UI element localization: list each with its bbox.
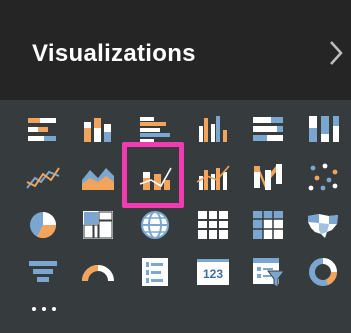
filled-map-icon[interactable] [305, 208, 341, 242]
card-number-text: 123 [203, 267, 223, 281]
matrix-icon[interactable] [250, 208, 286, 242]
stacked-bar-chart-icon[interactable] [25, 112, 61, 146]
chevron-right-icon[interactable] [326, 38, 346, 68]
funnel-icon[interactable] [25, 255, 61, 289]
line-chart-icon[interactable] [25, 160, 61, 194]
gauge-icon[interactable] [80, 255, 116, 289]
table-icon[interactable] [195, 208, 231, 242]
map-icon[interactable] [137, 208, 173, 242]
pane-title: Visualizations [32, 40, 196, 67]
visualizations-header: Visualizations [0, 0, 351, 100]
clustered-bar-chart-icon[interactable] [137, 112, 173, 146]
treemap-icon[interactable] [80, 208, 116, 242]
ribbon-chart-icon[interactable] [250, 160, 286, 194]
area-chart-icon[interactable] [80, 160, 116, 194]
pie-chart-icon[interactable] [25, 208, 61, 242]
stacked-column-chart-icon[interactable] [80, 112, 116, 146]
donut-chart-icon[interactable] [305, 255, 341, 289]
100-percent-stacked-column-chart-icon[interactable] [305, 112, 341, 146]
clustered-column-chart-icon[interactable] [195, 112, 231, 146]
slicer-icon[interactable] [250, 255, 286, 289]
ellipsis-icon[interactable] [32, 298, 62, 318]
card-icon[interactable]: 123 [195, 255, 231, 289]
100-percent-stacked-bar-chart-icon[interactable] [250, 112, 286, 146]
multi-row-card-icon[interactable] [137, 255, 173, 289]
line-and-clustered-column-chart-icon[interactable] [195, 160, 231, 194]
scatter-chart-icon[interactable] [305, 160, 341, 194]
selected-visual-highlight [122, 142, 184, 208]
